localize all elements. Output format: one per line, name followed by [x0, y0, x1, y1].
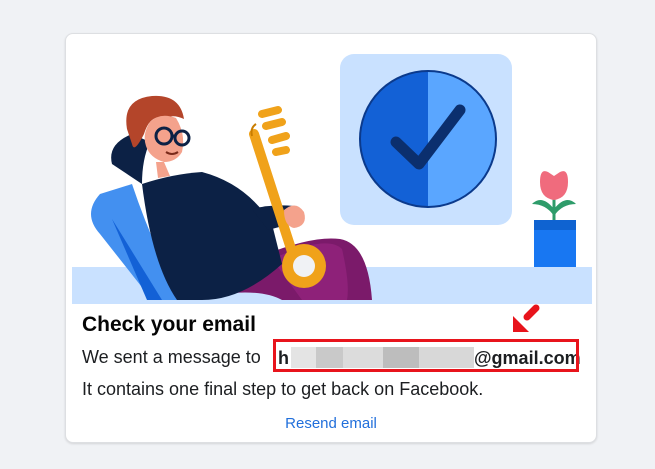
- account-recovery-illustration: [72, 54, 592, 304]
- resend-email-link[interactable]: Resend email: [66, 415, 596, 432]
- potted-flower-icon: [532, 171, 576, 267]
- page-title: Check your email: [82, 313, 256, 336]
- red-arrow-icon: [513, 304, 540, 332]
- email-highlight-box: [273, 339, 579, 372]
- check-email-card: Check your email We sent a message to h @…: [65, 33, 597, 443]
- check-circle-icon: [359, 70, 497, 208]
- sent-message-text: We sent a message to: [82, 347, 261, 367]
- instruction-text: It contains one final step to get back o…: [82, 379, 484, 399]
